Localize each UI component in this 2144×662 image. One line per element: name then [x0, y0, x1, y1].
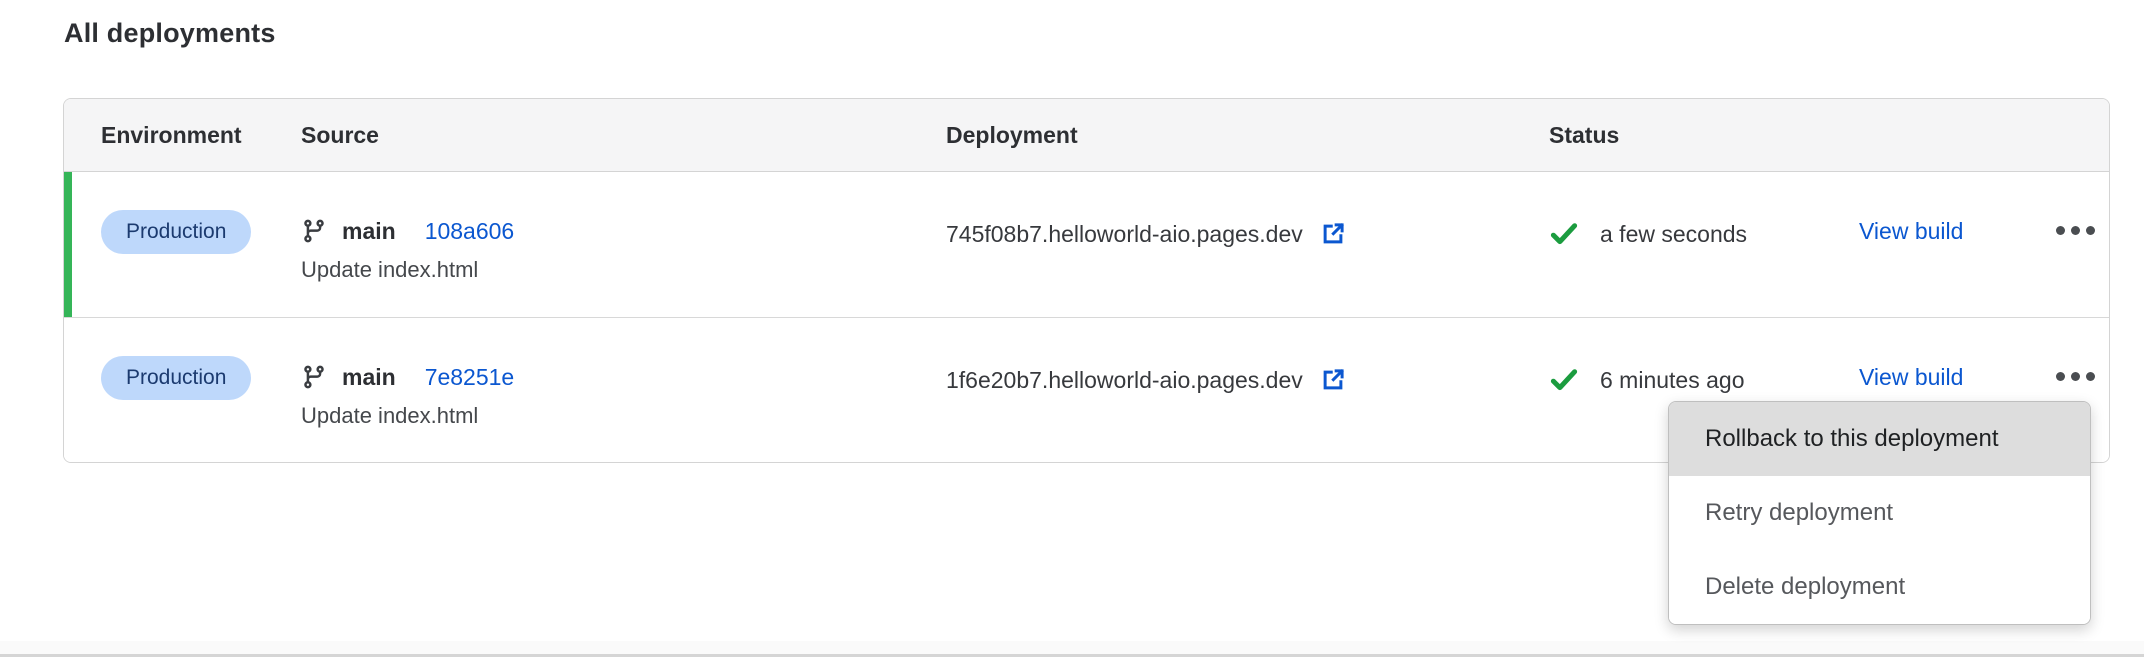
external-link-icon[interactable]	[1319, 366, 1347, 394]
check-icon	[1549, 221, 1579, 247]
footer-divider	[0, 641, 2144, 657]
environment-badge: Production	[101, 356, 251, 400]
environment-badge: Production	[101, 210, 251, 254]
column-header-status: Status	[1549, 122, 2109, 149]
commit-message: Update index.html	[301, 403, 946, 433]
menu-item-retry[interactable]: Retry deployment	[1669, 476, 2090, 550]
ellipsis-icon	[2056, 372, 2065, 381]
status-time: 6 minutes ago	[1600, 367, 1744, 394]
menu-item-delete[interactable]: Delete deployment	[1669, 550, 2090, 624]
branch-name: main	[342, 364, 396, 391]
check-icon	[1549, 367, 1579, 393]
deployment-row-1: Production main 108a606 Update index.htm…	[64, 172, 2109, 317]
menu-item-rollback[interactable]: Rollback to this deployment	[1669, 402, 2090, 476]
table-header-row: Environment Source Deployment Status	[64, 99, 2109, 172]
commit-link[interactable]: 108a606	[425, 218, 515, 245]
commit-link[interactable]: 7e8251e	[425, 364, 515, 391]
column-header-source: Source	[301, 122, 946, 149]
deployment-url: 1f6e20b7.helloworld-aio.pages.dev	[946, 367, 1303, 394]
branch-name: main	[342, 218, 396, 245]
page-title: All deployments	[64, 18, 276, 49]
view-build-link[interactable]: View build	[1859, 364, 1963, 390]
commit-message: Update index.html	[301, 257, 946, 287]
column-header-deployment: Deployment	[946, 122, 1549, 149]
git-branch-icon	[301, 364, 327, 390]
git-branch-icon	[301, 218, 327, 244]
view-build-link[interactable]: View build	[1859, 218, 1963, 244]
external-link-icon[interactable]	[1319, 220, 1347, 248]
deployment-url: 745f08b7.helloworld-aio.pages.dev	[946, 221, 1303, 248]
row-menu-button[interactable]	[2056, 370, 2095, 382]
ellipsis-icon	[2056, 226, 2065, 235]
status-time: a few seconds	[1600, 221, 1747, 248]
row-context-menu: Rollback to this deployment Retry deploy…	[1668, 401, 2091, 625]
row-menu-button[interactable]	[2056, 224, 2095, 236]
column-header-environment: Environment	[64, 122, 301, 149]
